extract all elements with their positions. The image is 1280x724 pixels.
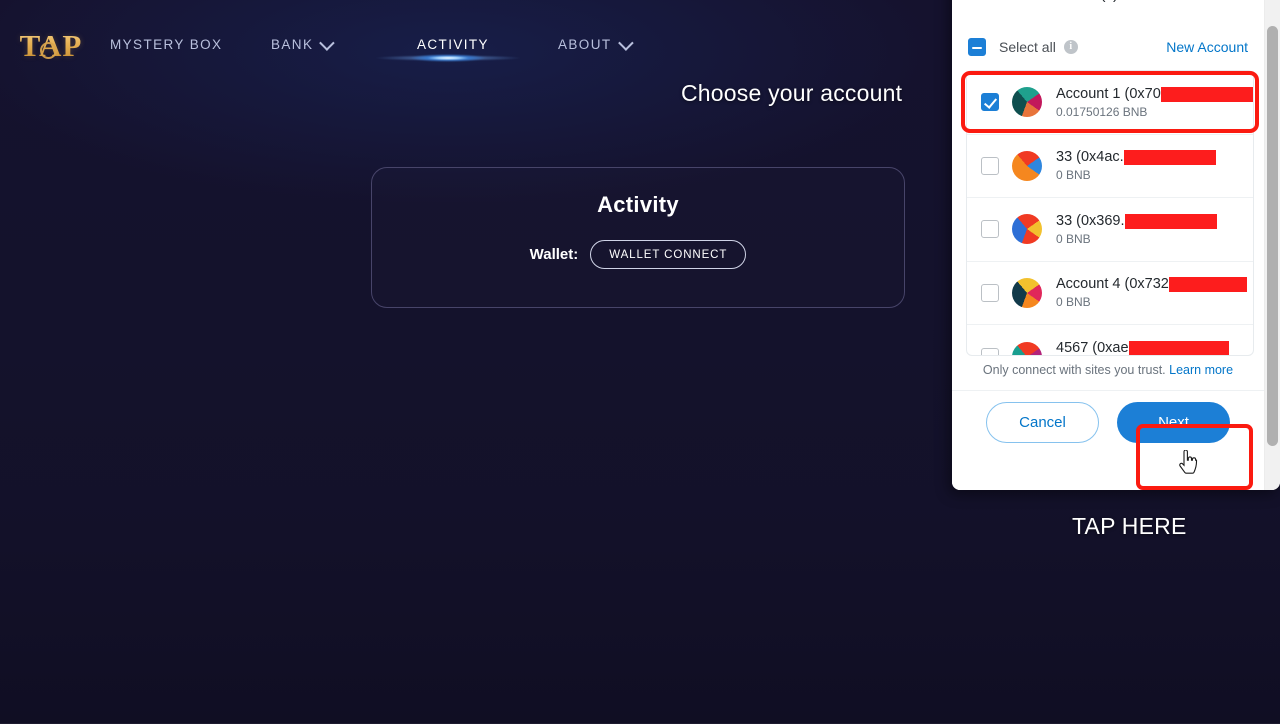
select-all-row: Select all i New Account — [952, 34, 1264, 60]
nav-item-label: MYSTERY BOX — [110, 37, 223, 52]
redacted-address-bar — [1124, 150, 1216, 166]
popup-scrollbar-track[interactable] — [1264, 0, 1280, 490]
annotation-tap-here: TAP HERE — [1072, 513, 1187, 539]
account-checkbox[interactable] — [981, 93, 999, 112]
account-avatar-icon — [1012, 341, 1042, 355]
account-row[interactable]: 4567 (0xae0 BNB — [967, 325, 1253, 356]
redacted-address-bar — [1129, 341, 1229, 355]
redacted-address-bar — [1125, 213, 1217, 229]
popup-content: Select the account(s) to use on this sit… — [952, 0, 1264, 490]
nav-item-bank[interactable]: BANK — [271, 35, 336, 52]
chevron-down-icon — [617, 35, 634, 51]
chevron-down-icon — [319, 35, 336, 51]
new-account-link[interactable]: New Account — [1166, 39, 1248, 55]
popup-subtitle: Select the account(s) to use on this sit… — [952, 0, 1264, 3]
account-name: 33 (0x4ac. — [1056, 149, 1124, 166]
account-avatar-icon — [1012, 277, 1042, 308]
popup-scrollbar-thumb[interactable] — [1267, 26, 1278, 446]
popup-footer: Cancel Next — [952, 390, 1264, 490]
wallet-connect-button[interactable]: WALLET CONNECT — [590, 240, 747, 269]
redacted-address-bar — [1161, 86, 1253, 102]
activity-card-title: Activity — [597, 192, 679, 217]
nav-item-about[interactable]: ABOUT — [558, 35, 634, 52]
account-text: 33 (0x4ac. 0 BNB — [1056, 149, 1216, 183]
trust-notice-text: Only connect with sites you trust. — [982, 363, 1166, 377]
account-row[interactable]: 33 (0x369. 0 BNB — [967, 198, 1253, 262]
account-name: 33 (0x369. — [1056, 212, 1125, 229]
tap-logo-ring-icon — [40, 42, 57, 59]
account-balance: 0.01750126 BNB — [1056, 104, 1148, 119]
learn-more-link[interactable]: Learn more — [1169, 363, 1233, 377]
account-text: Account 4 (0x732 0 BNB — [1056, 276, 1247, 310]
select-all-checkbox[interactable] — [968, 38, 986, 56]
account-balance: 0 BNB — [1056, 168, 1091, 183]
trust-notice: Only connect with sites you trust. Learn… — [952, 363, 1264, 377]
account-list[interactable]: Account 1 (0x70 0.01750126 BNB 33 (0x4ac. 0… — [966, 70, 1254, 356]
next-button[interactable]: Next — [1117, 402, 1230, 443]
select-all-label: Select all — [999, 39, 1056, 55]
nav-item-mystery-box[interactable]: MYSTERY BOX — [110, 37, 222, 52]
account-checkbox[interactable] — [981, 347, 999, 355]
account-avatar-icon — [1012, 87, 1042, 118]
nav-item-label: ABOUT — [558, 37, 612, 52]
metamask-connect-popup: Select the account(s) to use on this sit… — [952, 0, 1280, 490]
account-text: 4567 (0xae0 BNB — [1056, 340, 1229, 356]
nav-item-label: ACTIVITY — [417, 37, 489, 52]
account-balance: 0 BNB — [1056, 295, 1091, 310]
nav-item-label: BANK — [271, 37, 314, 52]
account-avatar-icon — [1012, 150, 1042, 181]
account-name: 4567 (0xae — [1056, 340, 1129, 356]
info-icon[interactable]: i — [1063, 40, 1078, 54]
account-checkbox[interactable] — [981, 156, 999, 175]
nav-item-activity[interactable]: ACTIVITY — [417, 37, 489, 52]
account-row[interactable]: 33 (0x4ac. 0 BNB — [967, 135, 1253, 198]
redacted-address-bar — [1169, 277, 1247, 293]
annotation-choose-your-account: Choose your account — [681, 80, 903, 106]
account-name: Account 4 (0x732 — [1056, 276, 1169, 293]
account-text: Account 1 (0x70 0.01750126 BNB — [1056, 85, 1253, 119]
cancel-button[interactable]: Cancel — [986, 402, 1099, 443]
account-checkbox[interactable] — [981, 283, 999, 302]
account-checkbox[interactable] — [981, 220, 999, 239]
account-text: 33 (0x369. 0 BNB — [1056, 212, 1217, 246]
account-avatar-icon — [1012, 214, 1042, 245]
active-nav-glow — [374, 53, 522, 63]
account-row[interactable]: Account 4 (0x732 0 BNB — [967, 262, 1253, 325]
account-row[interactable]: Account 1 (0x70 0.01750126 BNB — [967, 71, 1253, 135]
activity-card: Activity Wallet: WALLET CONNECT — [371, 167, 905, 308]
wallet-row: Wallet: WALLET CONNECT — [372, 240, 904, 269]
account-balance: 0 BNB — [1056, 231, 1091, 246]
account-name: Account 1 (0x70 — [1056, 85, 1161, 102]
wallet-label: Wallet: — [529, 246, 579, 263]
